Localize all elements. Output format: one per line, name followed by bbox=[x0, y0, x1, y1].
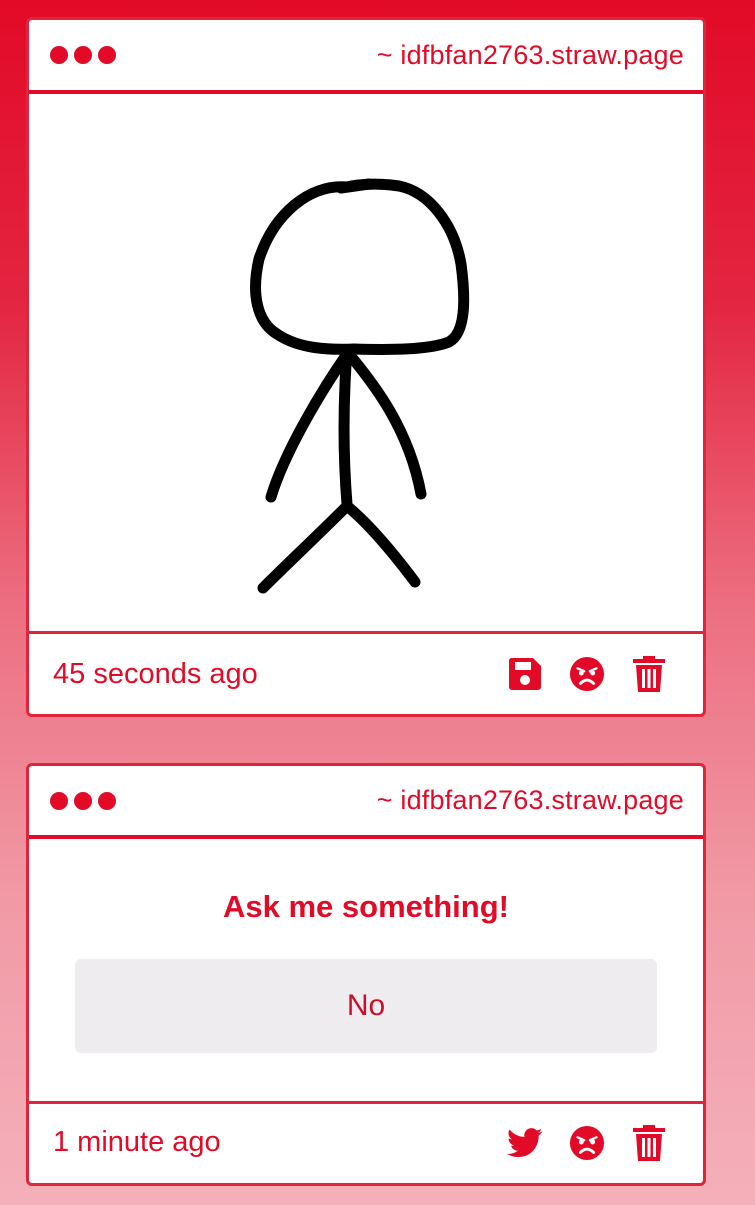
dot-icon bbox=[50, 46, 68, 64]
post-actions bbox=[507, 1124, 667, 1162]
drawing-canvas bbox=[29, 94, 703, 634]
card-footer: 1 minute ago bbox=[29, 1101, 703, 1181]
save-icon[interactable] bbox=[507, 655, 543, 693]
post-timestamp: 45 seconds ago bbox=[53, 657, 258, 690]
post-card-question: ~ idfbfan2763.straw.page Ask me somethin… bbox=[26, 763, 706, 1186]
card-header: ~ idfbfan2763.straw.page bbox=[29, 766, 703, 839]
angry-face-icon[interactable] bbox=[569, 1124, 605, 1162]
window-dots bbox=[50, 46, 116, 64]
question-body: Ask me something! No bbox=[29, 839, 703, 1101]
window-dots bbox=[50, 791, 116, 810]
dot-icon bbox=[74, 46, 92, 64]
dot-icon bbox=[50, 791, 68, 810]
answer-box: No bbox=[75, 959, 657, 1053]
card-footer: 45 seconds ago bbox=[29, 634, 703, 714]
twitter-icon[interactable] bbox=[507, 1124, 543, 1162]
post-card-drawing: ~ idfbfan2763.straw.page 45 seconds ago bbox=[26, 17, 706, 717]
dot-icon bbox=[98, 46, 116, 64]
card-header: ~ idfbfan2763.straw.page bbox=[29, 20, 703, 94]
post-timestamp: 1 minute ago bbox=[53, 1126, 221, 1158]
trash-icon[interactable] bbox=[631, 1124, 667, 1162]
angry-face-icon[interactable] bbox=[569, 655, 605, 693]
user-handle[interactable]: ~ idfbfan2763.straw.page bbox=[377, 785, 684, 816]
post-actions bbox=[507, 655, 667, 693]
stick-figure-drawing bbox=[250, 178, 470, 594]
user-handle[interactable]: ~ idfbfan2763.straw.page bbox=[377, 40, 684, 71]
dot-icon bbox=[98, 791, 116, 810]
dot-icon bbox=[74, 791, 92, 810]
trash-icon[interactable] bbox=[631, 655, 667, 693]
question-title: Ask me something! bbox=[223, 889, 509, 924]
